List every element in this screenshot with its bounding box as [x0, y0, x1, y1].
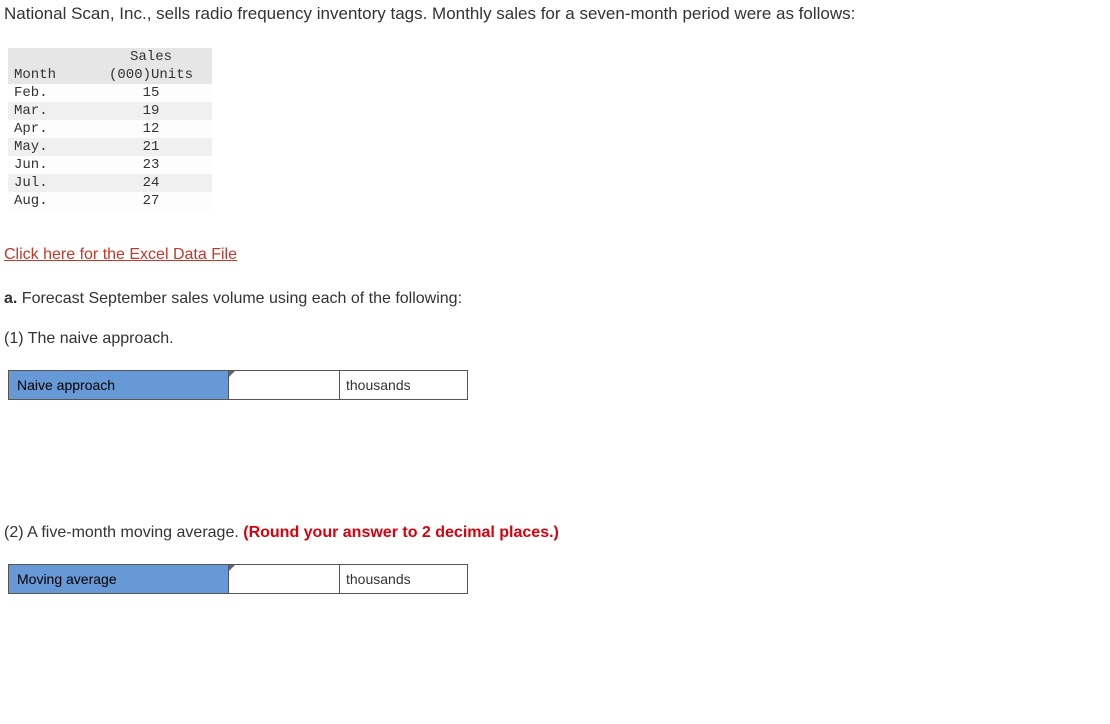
table-header-sales-line2: (000)Units: [90, 66, 212, 84]
table-row: Jul. 24: [8, 174, 212, 192]
sales-cell: 27: [90, 192, 212, 210]
q1-answer-table: Naive approach thousands: [8, 370, 468, 400]
sales-cell: 21: [90, 138, 212, 156]
part-a-text: Forecast September sales volume using ea…: [17, 290, 462, 307]
question-1-heading: (1) The naive approach.: [4, 330, 1110, 348]
sales-data-table: Sales Month (000)Units Feb. 15 Mar. 19 A…: [8, 48, 212, 210]
month-cell: Jul.: [8, 174, 90, 192]
month-cell: May.: [8, 138, 90, 156]
q1-answer-label: Naive approach: [9, 371, 229, 400]
table-header-sales-line1: Sales: [90, 48, 212, 66]
table-row: Feb. 15: [8, 84, 212, 102]
sales-cell: 12: [90, 120, 212, 138]
part-a-line: a. Forecast September sales volume using…: [4, 290, 1110, 308]
sales-cell: 19: [90, 102, 212, 120]
month-cell: Mar.: [8, 102, 90, 120]
q2-heading-text: (2) A five-month moving average.: [4, 524, 243, 541]
month-cell: Aug.: [8, 192, 90, 210]
month-cell: Apr.: [8, 120, 90, 138]
table-row: May. 21: [8, 138, 212, 156]
table-header-month: Month: [8, 66, 90, 84]
excel-data-file-link[interactable]: Click here for the Excel Data File: [4, 246, 237, 264]
month-cell: Jun.: [8, 156, 90, 174]
q2-answer-label: Moving average: [9, 565, 229, 594]
sales-cell: 24: [90, 174, 212, 192]
table-row: Apr. 12: [8, 120, 212, 138]
sales-cell: 15: [90, 84, 212, 102]
month-cell: Feb.: [8, 84, 90, 102]
part-a-label: a.: [4, 290, 17, 307]
table-row: Jun. 23: [8, 156, 212, 174]
table-row: Mar. 19: [8, 102, 212, 120]
problem-intro: National Scan, Inc., sells radio frequen…: [4, 4, 1110, 24]
q2-answer-table: Moving average thousands: [8, 564, 468, 594]
question-2-heading: (2) A five-month moving average. (Round …: [4, 524, 1110, 542]
sales-cell: 23: [90, 156, 212, 174]
q1-answer-unit: thousands: [340, 371, 468, 400]
q2-answer-unit: thousands: [340, 565, 468, 594]
table-row: Aug. 27: [8, 192, 212, 210]
q1-answer-input[interactable]: [229, 373, 339, 397]
q2-heading-hint: (Round your answer to 2 decimal places.): [243, 524, 559, 541]
q2-answer-input[interactable]: [229, 567, 339, 591]
